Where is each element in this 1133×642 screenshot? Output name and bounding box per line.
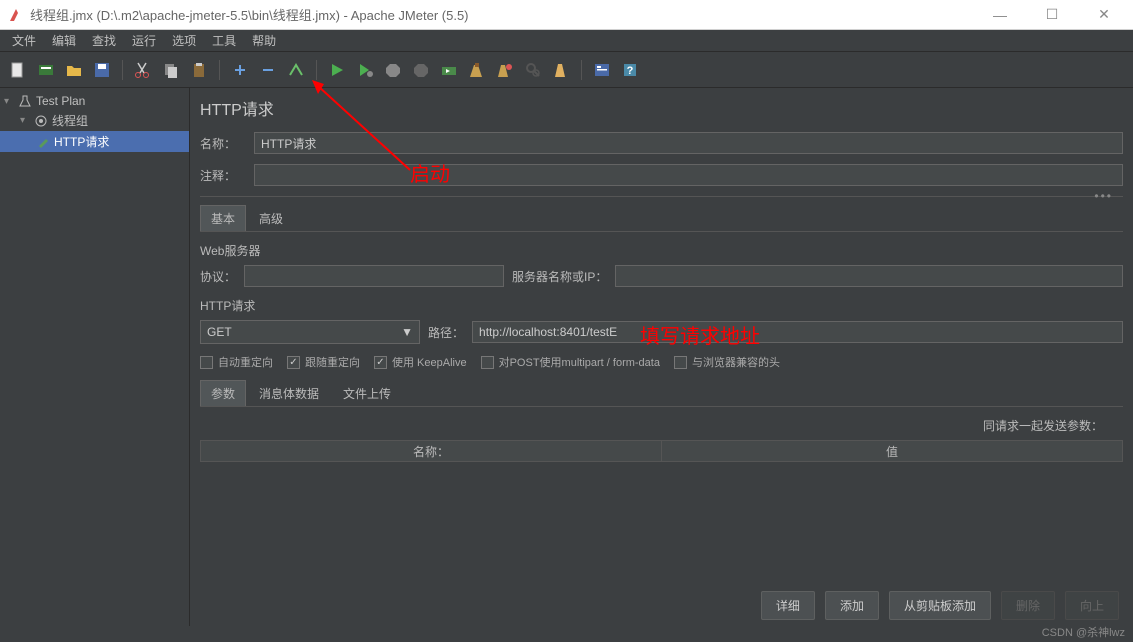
help-icon[interactable]: ?: [618, 58, 642, 82]
new-icon[interactable]: [6, 58, 30, 82]
shutdown-icon[interactable]: [409, 58, 433, 82]
tree-threadgroup[interactable]: ▾ 线程组: [0, 110, 189, 131]
pipette-icon: [36, 135, 50, 149]
panel-title: HTTP请求: [200, 96, 1123, 120]
params-table-header: 名称： 值: [200, 440, 1123, 462]
bottom-buttons: 详细 添加 从剪贴板添加 删除 向上: [761, 591, 1119, 620]
titlebar: 线程组.jmx (D:\.m2\apache-jmeter-5.5\bin\线程…: [0, 0, 1133, 30]
toggle-icon[interactable]: [284, 58, 308, 82]
tree-testplan[interactable]: ▾ Test Plan: [0, 92, 189, 110]
minimize-button[interactable]: ―: [983, 5, 1017, 25]
menu-search[interactable]: 查找: [86, 30, 122, 51]
clear-all-icon[interactable]: [493, 58, 517, 82]
protocol-label: 协议：: [200, 268, 236, 285]
method-select[interactable]: GET ▼: [200, 320, 420, 344]
maximize-button[interactable]: ☐: [1035, 5, 1069, 25]
menubar: 文件 编辑 查找 运行 选项 工具 帮助: [0, 30, 1133, 52]
search-icon[interactable]: [521, 58, 545, 82]
tab-files[interactable]: 文件上传: [332, 380, 402, 406]
tree-httprequest[interactable]: HTTP请求: [0, 131, 189, 152]
menu-edit[interactable]: 编辑: [46, 30, 82, 51]
tree-label: HTTP请求: [54, 133, 109, 150]
col-name: 名称：: [201, 441, 662, 461]
content-panel: HTTP请求 名称： 注释： ••• 基本 高级 Web服务器 协议： 服务器名…: [190, 88, 1133, 626]
path-label: 路径：: [428, 324, 464, 341]
cb-auto-redirect[interactable]: 自动重定向: [200, 354, 273, 370]
add-button[interactable]: 添加: [825, 591, 879, 620]
dots-icon: •••: [1094, 189, 1113, 203]
gear-icon: [34, 114, 48, 128]
tree-label: Test Plan: [36, 94, 85, 108]
expand-arrow-icon[interactable]: ▾: [20, 115, 30, 126]
httpreq-section: HTTP请求: [200, 297, 1123, 314]
toolbar: ?: [0, 52, 1133, 88]
tree-panel: ▾ Test Plan ▾ 线程组 HTTP请求: [0, 88, 190, 626]
params-send-label: 同请求一起发送参数：: [200, 417, 1123, 434]
flask-icon: [18, 94, 32, 108]
cb-follow-redirect[interactable]: 跟随重定向: [287, 354, 360, 370]
templates-icon[interactable]: [34, 58, 58, 82]
comments-label: 注释：: [200, 167, 248, 184]
expand-arrow-icon[interactable]: ▾: [4, 96, 14, 107]
function-helper-icon[interactable]: [590, 58, 614, 82]
save-icon[interactable]: [90, 58, 114, 82]
param-tabs: 参数 消息体数据 文件上传: [200, 380, 1123, 407]
tab-basic[interactable]: 基本: [200, 205, 246, 231]
server-input[interactable]: [615, 265, 1123, 287]
name-input[interactable]: [254, 132, 1123, 154]
expand-icon[interactable]: [228, 58, 252, 82]
tree-label: 线程组: [52, 112, 88, 129]
copy-icon[interactable]: [159, 58, 183, 82]
start-icon[interactable]: [325, 58, 349, 82]
menu-tools[interactable]: 工具: [206, 30, 242, 51]
menu-help[interactable]: 帮助: [246, 30, 282, 51]
cut-icon[interactable]: [131, 58, 155, 82]
stop-icon[interactable]: [381, 58, 405, 82]
detail-button[interactable]: 详细: [761, 591, 815, 620]
menu-file[interactable]: 文件: [6, 30, 42, 51]
clear-search-icon[interactable]: [549, 58, 573, 82]
menu-options[interactable]: 选项: [166, 30, 202, 51]
app-icon: [8, 7, 24, 23]
start-no-pause-icon[interactable]: [353, 58, 377, 82]
up-button[interactable]: 向上: [1065, 591, 1119, 620]
path-input[interactable]: [472, 321, 1123, 343]
menu-run[interactable]: 运行: [126, 30, 162, 51]
delete-button[interactable]: 删除: [1001, 591, 1055, 620]
tab-params[interactable]: 参数: [200, 380, 246, 406]
protocol-input[interactable]: [244, 265, 504, 287]
clear-icon[interactable]: [465, 58, 489, 82]
config-tabs: 基本 高级: [200, 205, 1123, 232]
watermark: CSDN @杀神lwz: [1042, 624, 1125, 640]
svg-text:?: ?: [627, 65, 634, 77]
col-value: 值: [662, 441, 1122, 461]
close-button[interactable]: ✕: [1087, 5, 1121, 25]
window-title: 线程组.jmx (D:\.m2\apache-jmeter-5.5\bin\线程…: [30, 5, 983, 24]
name-label: 名称：: [200, 135, 248, 152]
comments-input[interactable]: [254, 164, 1123, 186]
collapse-icon[interactable]: [256, 58, 280, 82]
remote-start-icon[interactable]: [437, 58, 461, 82]
method-value: GET: [207, 325, 232, 339]
server-label: 服务器名称或IP：: [512, 268, 607, 285]
cb-keepalive[interactable]: 使用 KeepAlive: [374, 354, 467, 370]
paste-icon[interactable]: [187, 58, 211, 82]
chevron-down-icon: ▼: [401, 325, 413, 339]
open-icon[interactable]: [62, 58, 86, 82]
cb-multipart[interactable]: 对POST使用multipart / form-data: [481, 354, 660, 370]
webserver-section: Web服务器: [200, 242, 1123, 259]
from-clipboard-button[interactable]: 从剪贴板添加: [889, 591, 991, 620]
tab-body[interactable]: 消息体数据: [248, 380, 330, 406]
cb-browser-compat[interactable]: 与浏览器兼容的头: [674, 354, 780, 370]
params-table-body[interactable]: [200, 462, 1123, 572]
tab-advanced[interactable]: 高级: [248, 205, 294, 231]
